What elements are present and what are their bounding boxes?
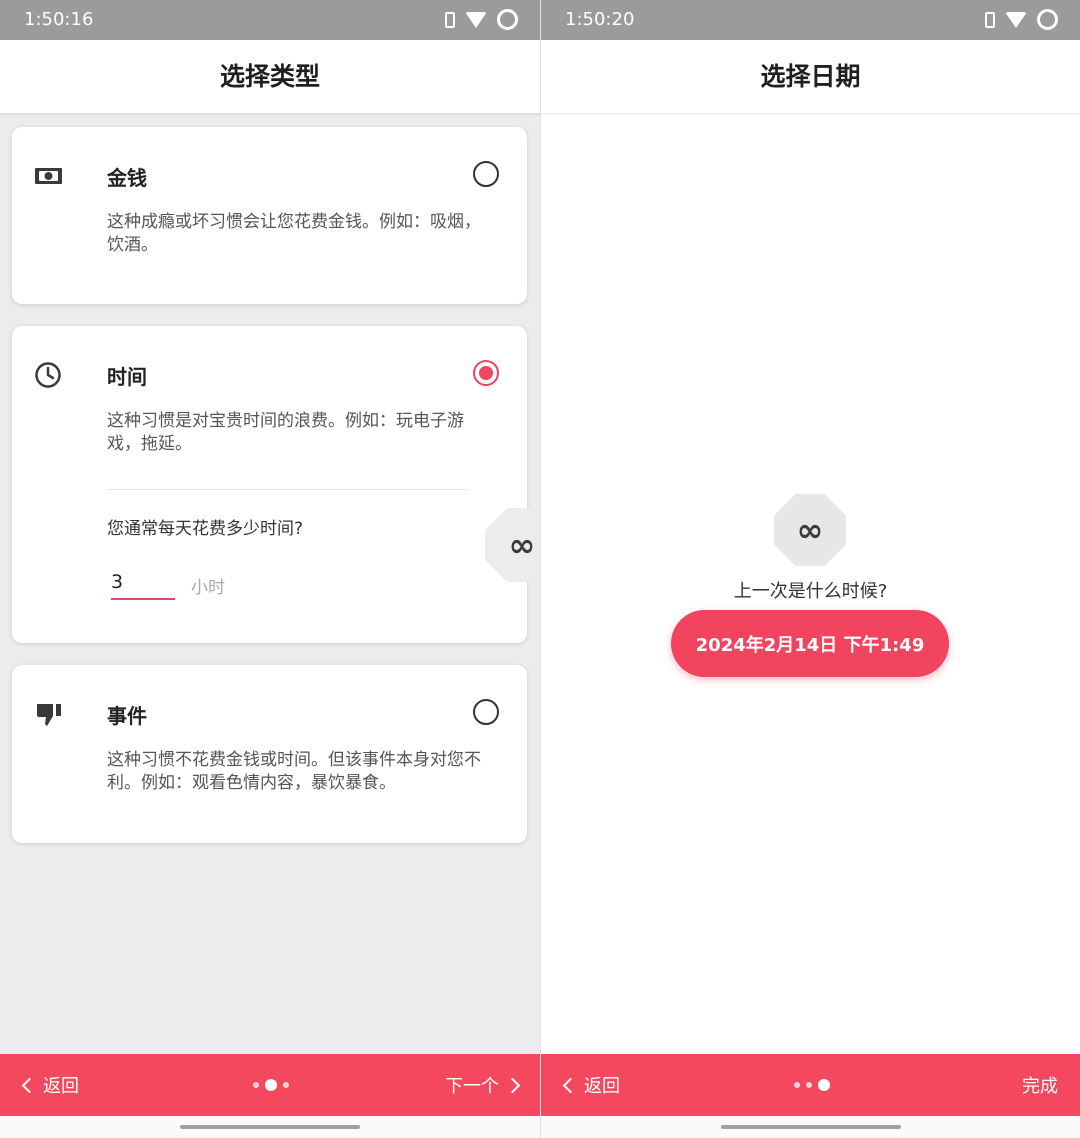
chevron-left-icon <box>21 1077 38 1093</box>
page-dot <box>806 1082 812 1088</box>
infinity-icon: ∞ <box>508 526 536 564</box>
page-indicator <box>794 1079 830 1091</box>
option-title: 时间 <box>107 365 147 389</box>
page-dot-active <box>818 1079 830 1091</box>
page-dot <box>253 1082 259 1088</box>
option-description: 这种习惯是对宝贵时间的浪费。例如：玩电子游戏，拖延。 <box>107 411 464 454</box>
back-button[interactable]: 返回 <box>21 1072 79 1098</box>
thumbs-down-icon <box>37 704 61 726</box>
back-label: 返回 <box>584 1076 620 1097</box>
app-logo-badge: ∞ <box>485 508 540 582</box>
page-indicator <box>253 1079 289 1091</box>
page-dot <box>283 1082 289 1088</box>
option-description: 这种成瘾或坏习惯会让您花费金钱。例如：吸烟，饮酒。 <box>107 212 481 255</box>
chevron-left-icon <box>562 1077 579 1093</box>
money-radio[interactable] <box>473 161 499 187</box>
app-bar: 选择日期 <box>541 40 1080 113</box>
status-time: 1:50:20 <box>565 9 635 30</box>
wifi-icon <box>1005 11 1027 28</box>
infinity-icon: ∞ <box>796 511 824 549</box>
bottom-nav-bar: 返回 下一个 <box>0 1054 540 1116</box>
option-title: 金钱 <box>107 166 147 190</box>
page-dot <box>794 1082 800 1088</box>
phone-icon <box>445 11 455 28</box>
hours-unit-label: 小时 <box>191 578 225 598</box>
last-time-prompt: 上一次是什么时候? <box>733 581 888 602</box>
page-dot-active <box>265 1079 277 1091</box>
next-button[interactable]: 下一个 <box>445 1072 521 1098</box>
page-title: 选择类型 <box>219 62 320 91</box>
gesture-bar <box>0 1116 540 1138</box>
divider <box>107 489 467 490</box>
app-bar: 选择类型 <box>0 40 540 113</box>
date-picker-button[interactable]: 2024年2月14日 下午1:49 <box>671 610 949 677</box>
money-icon <box>35 168 62 184</box>
status-bar: 1:50:20 <box>541 0 1080 40</box>
date-selection-screen: 1:50:20 选择日期 ∞ 上一次是什么时候? 2024年2月14日 下午1:… <box>540 0 1080 1138</box>
next-label: 下一个 <box>445 1076 499 1097</box>
app-logo: ∞ <box>774 494 846 566</box>
sync-icon <box>1037 9 1058 30</box>
back-button[interactable]: 返回 <box>562 1072 620 1098</box>
wifi-icon <box>465 11 487 28</box>
bottom-nav-bar: 返回 完成 <box>541 1054 1080 1116</box>
back-label: 返回 <box>43 1076 79 1097</box>
option-event-card[interactable]: 事件 这种习惯不花费金钱或时间。但该事件本身对您不利。例如：观看色情内容，暴饮暴… <box>12 665 527 843</box>
clock-icon <box>35 362 61 388</box>
home-indicator[interactable] <box>721 1125 901 1129</box>
gesture-bar <box>541 1116 1080 1138</box>
time-radio[interactable] <box>473 360 499 386</box>
option-title: 事件 <box>107 704 147 728</box>
home-indicator[interactable] <box>180 1125 360 1129</box>
status-bar: 1:50:16 <box>0 0 540 40</box>
option-description: 这种习惯不花费金钱或时间。但该事件本身对您不利。例如：观看色情内容，暴饮暴食。 <box>107 750 481 793</box>
sync-icon <box>497 9 518 30</box>
page-title: 选择日期 <box>760 62 861 91</box>
option-money-card[interactable]: 金钱 这种成瘾或坏习惯会让您花费金钱。例如：吸烟，饮酒。 <box>12 127 527 304</box>
option-time-card[interactable]: 时间 这种习惯是对宝贵时间的浪费。例如：玩电子游戏，拖延。 您通常每天花费多少时… <box>12 326 527 643</box>
event-radio[interactable] <box>473 699 499 725</box>
time-question: 您通常每天花费多少时间? <box>107 519 304 539</box>
hours-input[interactable] <box>111 566 175 600</box>
status-time: 1:50:16 <box>24 9 94 30</box>
done-button[interactable]: 完成 <box>1022 1072 1058 1098</box>
type-selection-screen: 1:50:16 选择类型 金钱 这种成瘾或坏习惯会让您花费金钱。例如：吸烟，饮酒… <box>0 0 540 1138</box>
phone-icon <box>985 11 995 28</box>
chevron-right-icon <box>504 1077 521 1093</box>
done-label: 完成 <box>1022 1076 1058 1097</box>
